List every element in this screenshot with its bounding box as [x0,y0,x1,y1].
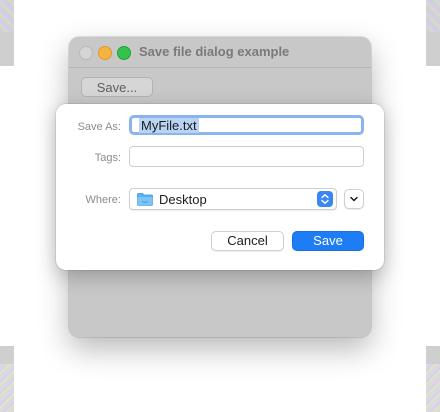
background-edge [426,0,440,32]
where-value: Desktop [159,192,207,207]
cancel-button[interactable]: Cancel [211,231,284,251]
where-popup-button[interactable]: Desktop [129,188,337,210]
folder-icon [137,193,153,206]
window-title: Save file dialog example [139,44,290,59]
save-dialog: Save As: MyFile.txt Tags: Where: Desktop… [56,104,384,270]
save-as-label: Save As: [77,121,121,133]
background-edge [426,346,440,364]
title-bar: Save file dialog example [69,37,371,68]
save-as-input[interactable]: MyFile.txt [129,115,364,135]
background-edge [426,32,440,66]
where-label: Where: [85,194,121,206]
background-edge [0,346,14,364]
tags-label: Tags: [94,152,121,164]
tags-input[interactable] [129,146,364,167]
save-as-value: MyFile.txt [139,118,199,133]
chevron-down-icon [350,196,358,202]
close-window-button[interactable] [79,46,93,60]
background-edge [0,32,14,66]
save-button[interactable]: Save [292,231,364,251]
where-stepper[interactable] [317,191,333,207]
expand-dialog-button[interactable] [344,189,364,209]
open-save-dialog-button[interactable]: Save... [81,77,153,97]
minimize-window-button[interactable] [98,46,112,60]
zoom-window-button[interactable] [117,46,131,60]
background-edge [0,0,14,32]
chevron-up-down-icon [321,194,329,204]
